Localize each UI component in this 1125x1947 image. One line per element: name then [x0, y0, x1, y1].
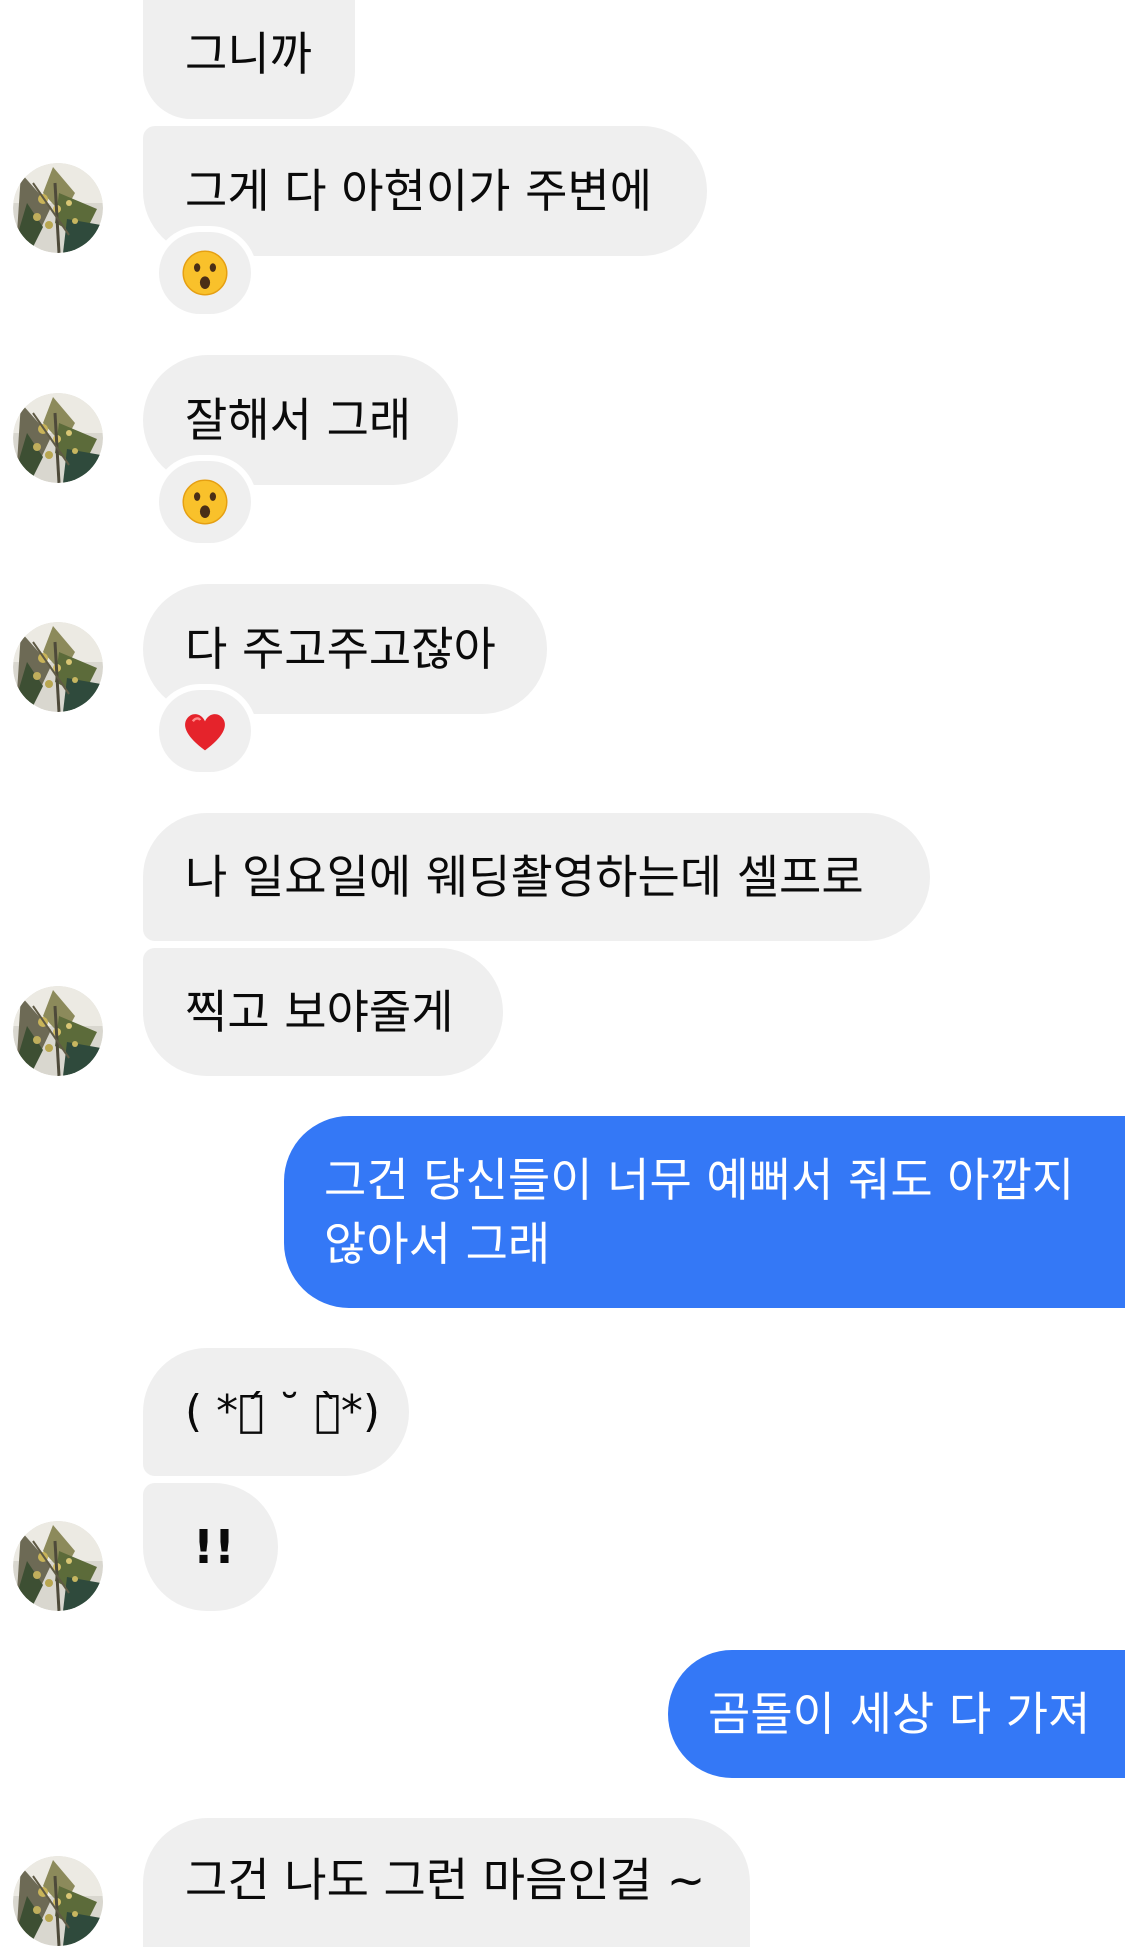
astonished-face-icon [182, 250, 228, 296]
message-bubble[interactable]: 찍고 보야줄게 [143, 948, 503, 1076]
contact-avatar[interactable] [13, 163, 103, 253]
message-text: 그건 당신들이 너무 예뻐서 줘도 아깝지 않아서 그래 [324, 1153, 1075, 1271]
message-bubble[interactable]: 그건 나도 그런 마음인걸 ~ [143, 1818, 750, 1947]
message-text: 그건 나도 그런 마음인걸 ~ [185, 1852, 706, 1907]
astonished-face-icon [182, 479, 228, 525]
message-text: 잘해서 그래 [185, 393, 412, 447]
message-text: 다 주고주고잖아 [185, 622, 496, 676]
message-text: 나 일요일에 웨딩촬영하는데 셀프로 [185, 850, 864, 904]
contact-avatar[interactable] [13, 1521, 103, 1611]
message-text: 찍고 보야줄게 [185, 985, 454, 1039]
red-heart-icon [183, 712, 227, 752]
message-bubble[interactable]: !! [143, 1483, 278, 1611]
message-text: 그게 다 아현이가 주변에 [185, 164, 653, 218]
message-bubble-sent[interactable]: 그건 당신들이 너무 예뻐서 줘도 아깝지 않아서 그래 [284, 1116, 1125, 1308]
contact-avatar[interactable] [13, 986, 103, 1076]
contact-avatar[interactable] [13, 1856, 103, 1947]
message-text: 곰돌이 세상 다 가져 [708, 1687, 1091, 1741]
reaction-badge[interactable] [159, 232, 251, 314]
contact-avatar[interactable] [13, 622, 103, 712]
message-text: 그니까 [185, 26, 312, 81]
message-text: !! [193, 1520, 235, 1574]
message-bubble-sent[interactable]: 곰돌이 세상 다 가져 [668, 1650, 1125, 1778]
message-bubble[interactable]: 그니까 [143, 0, 355, 119]
message-text: ( *ก́ ˘ ก̀*) [185, 1386, 381, 1437]
contact-avatar[interactable] [13, 393, 103, 483]
reaction-badge[interactable] [159, 461, 251, 543]
reaction-badge[interactable] [159, 690, 251, 772]
message-bubble[interactable]: 나 일요일에 웨딩촬영하는데 셀프로 [143, 813, 930, 941]
message-bubble[interactable]: ( *ก́ ˘ ก̀*) [143, 1348, 409, 1476]
